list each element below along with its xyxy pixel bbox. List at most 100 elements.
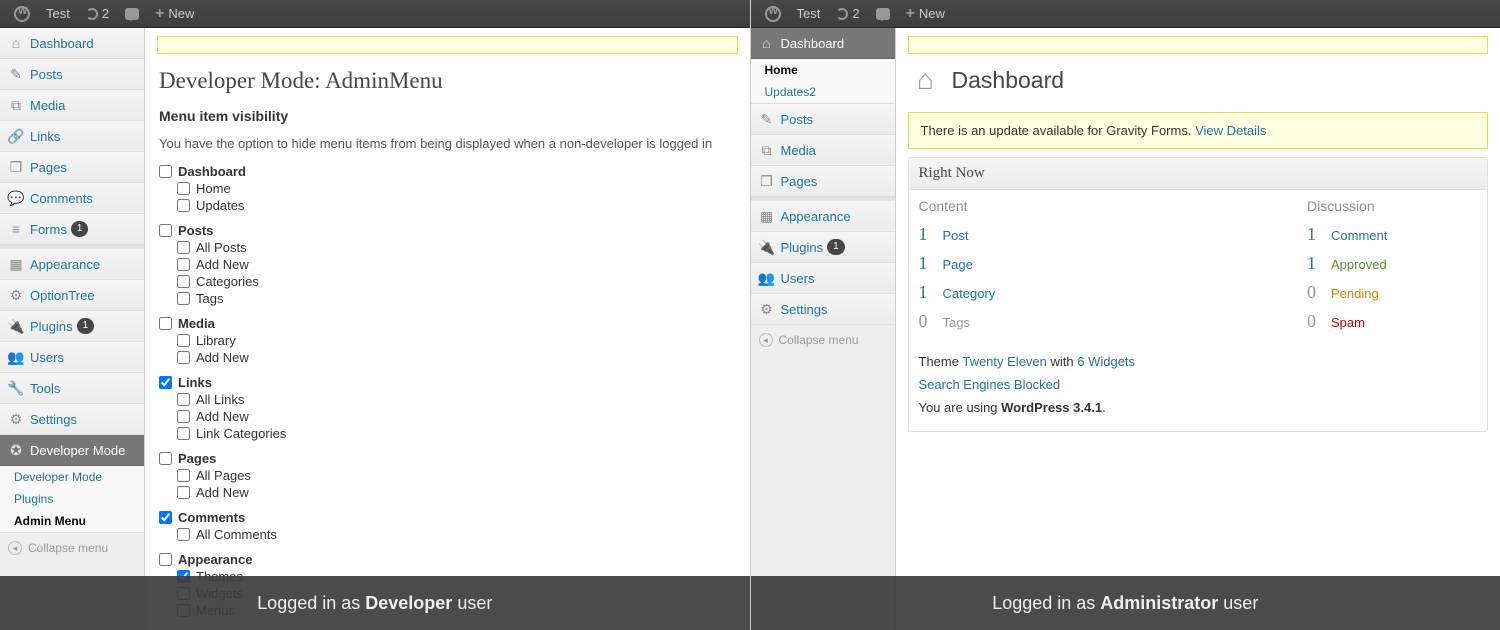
rn-pending[interactable]: 0Pending <box>1307 278 1477 307</box>
chk-input[interactable] <box>177 334 190 347</box>
chk-pages: Pages <box>159 450 736 467</box>
comments-link[interactable] <box>117 0 147 28</box>
overlay-suffix: user <box>457 593 492 614</box>
sidebar-item-appearance[interactable]: ▦Appearance <box>0 245 144 280</box>
comments-link[interactable] <box>868 0 898 28</box>
chk-label: Add New <box>196 485 249 500</box>
chk-pages-input[interactable] <box>159 452 172 465</box>
chk-input[interactable] <box>177 351 190 364</box>
links-icon: 🔗 <box>8 128 24 144</box>
sidebar-item-pages[interactable]: ❐Pages <box>0 152 144 183</box>
submenu-updates[interactable]: Updates 2 <box>751 81 895 103</box>
chk-input[interactable] <box>177 486 190 499</box>
new-label: New <box>919 6 945 21</box>
search-engines-link[interactable]: Search Engines Blocked <box>919 377 1061 392</box>
chk-input[interactable] <box>177 258 190 271</box>
sidebar-item-settings[interactable]: ⚙Settings <box>751 294 895 325</box>
submenu-home[interactable]: Home <box>751 59 895 81</box>
sidebar-item-optiontree[interactable]: ⚙OptionTree <box>0 280 144 311</box>
sidebar-item-developer-mode[interactable]: ✪Developer Mode <box>0 435 144 466</box>
new-content-link[interactable]: +New <box>147 0 202 28</box>
tools-icon: 🔧 <box>8 380 24 396</box>
chk-input[interactable] <box>177 182 190 195</box>
chk-add-new: Add New <box>159 349 736 366</box>
chk-media-input[interactable] <box>159 317 172 330</box>
chk-appearance-input[interactable] <box>159 553 172 566</box>
sidebar-item-posts[interactable]: ✎Posts <box>751 104 895 135</box>
chk-input[interactable] <box>177 528 190 541</box>
page-title: ⌂ Dashboard <box>896 54 1500 104</box>
theme-link[interactable]: Twenty Eleven <box>962 354 1047 369</box>
chk-label: Link Categories <box>196 426 286 441</box>
rn-spam[interactable]: 0Spam <box>1307 307 1477 336</box>
sidebar-item-tools[interactable]: 🔧Tools <box>0 373 144 404</box>
sidebar-item-forms[interactable]: ≡Forms1 <box>0 214 144 245</box>
label: Post <box>943 228 969 243</box>
chk-links: Links <box>159 374 736 391</box>
rn-category[interactable]: 1Category <box>919 278 1308 307</box>
chk-input[interactable] <box>177 410 190 423</box>
rn-page[interactable]: 1Page <box>919 249 1308 278</box>
submenu-developer-mode[interactable]: Developer Mode <box>0 466 144 488</box>
chk-input[interactable] <box>177 469 190 482</box>
sidebar-item-dashboard[interactable]: ⌂Dashboard <box>0 28 144 59</box>
chk-dashboard-input[interactable] <box>159 165 172 178</box>
rn-tags[interactable]: 0Tags <box>919 307 1308 336</box>
theme-row: Theme Twenty Eleven with 6 Widgets <box>919 350 1478 373</box>
wp-logo-button[interactable] <box>6 0 38 28</box>
sidebar-item-plugins[interactable]: 🔌Plugins1 <box>751 232 895 263</box>
admin-bar: Test 2 +New <box>751 0 1500 28</box>
chk-label: Updates <box>196 198 244 213</box>
rn-comment[interactable]: 1Comment <box>1307 220 1477 249</box>
chk-media: Media <box>159 315 736 332</box>
wp-logo-button[interactable] <box>757 0 789 28</box>
chk-links-input[interactable] <box>159 376 172 389</box>
chk-posts-input[interactable] <box>159 224 172 237</box>
chk-updates: Updates <box>159 197 736 214</box>
sidebar-item-appearance[interactable]: ▦Appearance <box>751 197 895 232</box>
sidebar-item-plugins[interactable]: 🔌Plugins1 <box>0 311 144 342</box>
notice-link[interactable]: View Details <box>1195 123 1266 138</box>
sidebar-item-posts[interactable]: ✎Posts <box>0 59 144 90</box>
theme-mid: with <box>1047 354 1077 369</box>
chk-input[interactable] <box>177 241 190 254</box>
updates-link[interactable]: 2 <box>828 0 867 28</box>
sidebar-item-dashboard[interactable]: ⌂Dashboard <box>751 28 895 59</box>
sidebar-item-pages[interactable]: ❐Pages <box>751 166 895 197</box>
submenu-admin-menu[interactable]: Admin Menu <box>0 510 144 532</box>
chk-comments-input[interactable] <box>159 511 172 524</box>
collapse-icon: ◂ <box>759 333 773 347</box>
sidebar-item-links[interactable]: 🔗Links <box>0 121 144 152</box>
collapse-menu[interactable]: ◂Collapse menu <box>0 533 144 563</box>
chk-input[interactable] <box>177 427 190 440</box>
pages-icon: ❐ <box>759 173 775 189</box>
rn-approved[interactable]: 1Approved <box>1307 249 1477 278</box>
updates-link[interactable]: 2 <box>78 0 117 28</box>
sidebar-item-label: Comments <box>30 191 93 206</box>
sidebar-item-label: Settings <box>781 302 828 317</box>
submenu-plugins[interactable]: Plugins <box>0 488 144 510</box>
sidebar-item-comments[interactable]: 💬Comments <box>0 183 144 214</box>
sidebar-item-media[interactable]: ⧉Media <box>751 135 895 166</box>
chk-input[interactable] <box>177 275 190 288</box>
sidebar-item-media[interactable]: ⧉Media <box>0 90 144 121</box>
site-link[interactable]: Test <box>38 0 78 28</box>
count: 1 <box>1307 224 1331 245</box>
sidebar-item-label: Posts <box>30 67 63 82</box>
widgets-link[interactable]: 6 Widgets <box>1077 354 1135 369</box>
page-title: Developer Mode: AdminMenu <box>145 54 750 102</box>
sidebar-item-label: Users <box>781 271 815 286</box>
chk-label: Appearance <box>178 552 252 567</box>
sidebar-item-settings[interactable]: ⚙Settings <box>0 404 144 435</box>
sidebar-item-users[interactable]: 👥Users <box>0 342 144 373</box>
admin-sidebar: ⌂DashboardHomeUpdates 2✎Posts⧉Media❐Page… <box>751 28 896 630</box>
collapse-menu[interactable]: ◂Collapse menu <box>751 325 895 355</box>
chk-input[interactable] <box>177 199 190 212</box>
rn-post[interactable]: 1Post <box>919 220 1308 249</box>
right-now-box: Right Now Content 1Post1Page1Category0Ta… <box>908 157 1489 432</box>
chk-input[interactable] <box>177 292 190 305</box>
sidebar-item-users[interactable]: 👥Users <box>751 263 895 294</box>
site-link[interactable]: Test <box>789 0 829 28</box>
new-content-link[interactable]: +New <box>898 0 953 28</box>
chk-input[interactable] <box>177 393 190 406</box>
